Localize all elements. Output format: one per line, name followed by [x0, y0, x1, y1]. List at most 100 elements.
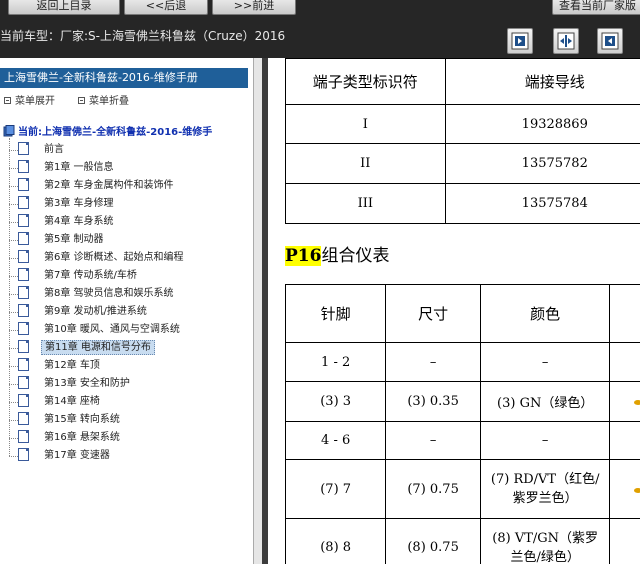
document-page-icon — [18, 178, 29, 191]
chapter-label: 第8章 驾驶员信息和娱乐系统 — [44, 288, 174, 299]
document-page-icon — [18, 304, 29, 317]
sidebar-scrollbar[interactable] — [253, 58, 262, 564]
pin-cell: (7) 7 — [284, 459, 387, 519]
chapter-label: 第13章 安全和防护 — [44, 378, 130, 389]
back-button[interactable]: <<后退 — [124, 0, 208, 15]
sidebar-chapter-item[interactable]: 第14章 座椅 — [18, 394, 103, 410]
chapter-label: 第3章 车身修理 — [44, 198, 114, 209]
tree-connector-branch — [9, 348, 18, 349]
document-page-icon — [18, 376, 29, 389]
tree-connector-branch — [9, 222, 18, 223]
chapter-label: 第4章 车身系统 — [44, 216, 114, 227]
pin-header-extra — [609, 284, 640, 343]
sidebar-chapter-item[interactable]: 第3章 车身修理 — [18, 196, 117, 212]
document-page-icon — [18, 196, 29, 209]
sidebar-chapter-item[interactable]: 第11章 电源和信号分布 — [18, 340, 155, 356]
tree-root[interactable]: 当前:上海雪佛兰-全新科鲁兹-2016-维修手 — [3, 123, 212, 138]
sidebar-chapter-item[interactable]: 第5章 制动器 — [18, 232, 107, 248]
tree-connector-branch — [9, 456, 18, 457]
sidebar-chapter-item[interactable]: 第8章 驾驶员信息和娱乐系统 — [18, 286, 177, 302]
terminal-header-id: 端子类型标识符 — [285, 58, 446, 105]
collapse-left-button[interactable] — [597, 28, 623, 54]
sidebar-chapter-item[interactable]: 第17章 变速器 — [18, 448, 113, 464]
chapter-label: 前言 — [44, 144, 64, 155]
sidebar-chapter-item[interactable]: 第4章 车身系统 — [18, 214, 117, 230]
terminal-cell: II — [285, 143, 446, 184]
tree-connector-branch — [9, 438, 18, 439]
sidebar-chapter-item[interactable]: 第15章 转向系统 — [18, 412, 123, 428]
forward-button[interactable]: >>前进 — [212, 0, 296, 15]
tree-connector-branch — [9, 312, 18, 313]
document-page-icon — [18, 160, 29, 173]
pin-cell-extra — [609, 518, 640, 564]
view-manufacturer-button[interactable]: 查看当前厂家版 — [552, 0, 640, 15]
sidebar-chapter-item[interactable]: 第10章 暖风、通风与空调系统 — [18, 322, 183, 338]
tree-connector-branch — [9, 240, 18, 241]
pin-cell-extra — [609, 421, 640, 460]
pin-header-size: 尺寸 — [385, 284, 481, 343]
manual-title[interactable]: 上海雪佛兰-全新科鲁兹-2016-维修手册 — [0, 68, 248, 88]
pin-cell: 1 - 2 — [284, 342, 387, 382]
sidebar-chapter-item[interactable]: 第7章 传动系统/车桥 — [18, 268, 140, 284]
pin-cell: – — [385, 342, 481, 382]
sidebar-chapter-item[interactable]: 第6章 诊断概述、起始点和编程 — [18, 250, 187, 266]
tree-connector-branch — [9, 258, 18, 259]
tree-connector-branch — [9, 294, 18, 295]
tree-connector-branch — [9, 402, 18, 403]
sidebar: 上海雪佛兰-全新科鲁兹-2016-维修手册 菜单展开 菜单折叠 当前:上海雪佛兰… — [0, 58, 253, 564]
document-page-icon — [18, 268, 29, 281]
tree-connector-branch — [9, 420, 18, 421]
tree-connector-branch — [9, 330, 18, 331]
sidebar-chapter-item[interactable]: 第2章 车身金属构件和装饰件 — [18, 178, 177, 194]
pin-cell: – — [479, 421, 611, 460]
pin-cell: 4 - 6 — [284, 421, 387, 460]
chapter-label: 第6章 诊断概述、起始点和编程 — [44, 252, 184, 263]
document-page-icon — [18, 322, 29, 335]
expand-square-icon — [4, 97, 11, 104]
chapter-label: 第7章 传动系统/车桥 — [44, 270, 137, 281]
chapter-label: 第2章 车身金属构件和装饰件 — [44, 180, 174, 191]
section-heading: P16组合仪表 — [285, 241, 389, 266]
collapse-square-icon — [78, 97, 85, 104]
back-to-directory-button[interactable]: 返回上目录 — [8, 0, 120, 15]
document-page-icon — [18, 286, 29, 299]
sidebar-chapter-item[interactable]: 前言 — [18, 142, 67, 158]
pin-table: 针脚 尺寸 颜色 1 - 2 – – (3) 3 (3) 0.35 (3) GN… — [284, 284, 640, 564]
pin-cell: (3) GN（绿色） — [479, 381, 611, 422]
chapter-label: 第10章 暖风、通风与空调系统 — [44, 324, 180, 335]
chapter-label: 第11章 电源和信号分布 — [41, 340, 155, 355]
menu-collapse-label: 菜单折叠 — [89, 96, 129, 107]
chapter-label: 第14章 座椅 — [44, 396, 100, 407]
pin-cell: – — [479, 342, 611, 382]
pin-cell: (8) VT/GN（紫罗兰色/绿色） — [479, 518, 611, 564]
menu-collapse-control[interactable]: 菜单折叠 — [78, 92, 129, 107]
cut-off-mark-icon — [634, 400, 640, 405]
document-page-icon — [18, 142, 29, 155]
sidebar-chapter-item[interactable]: 第16章 悬架系统 — [18, 430, 123, 446]
pin-cell: (8) 0.75 — [385, 518, 481, 564]
sidebar-chapter-item[interactable]: 第9章 发动机/推进系统 — [18, 304, 150, 320]
pin-cell: (7) 0.75 — [385, 459, 481, 519]
pin-cell: (7) RD/VT（红色/紫罗兰色） — [479, 459, 611, 519]
sidebar-chapter-item[interactable]: 第1章 一般信息 — [18, 160, 117, 176]
current-vehicle-label: 当前车型：厂家:S-上海雪佛兰科鲁兹（Cruze）2016 — [0, 29, 286, 43]
terminal-cell: I — [285, 104, 446, 144]
chapter-label: 第5章 制动器 — [44, 234, 104, 245]
split-view-button[interactable] — [553, 28, 579, 54]
document-page-icon — [18, 412, 29, 425]
menu-expand-control[interactable]: 菜单展开 — [4, 92, 55, 107]
book-stack-icon — [3, 125, 15, 137]
chapter-label: 第15章 转向系统 — [44, 414, 120, 425]
chapter-label: 第1章 一般信息 — [44, 162, 114, 173]
section-code: P16 — [285, 246, 322, 266]
pin-header-color: 颜色 — [479, 284, 611, 343]
tree-connector-branch — [9, 384, 18, 385]
sidebar-chapter-item[interactable]: 第12章 车顶 — [18, 358, 103, 374]
menu-expand-label: 菜单展开 — [15, 96, 55, 107]
pin-cell-extra — [609, 342, 640, 382]
document-page-icon — [18, 394, 29, 407]
document-page-icon — [18, 232, 29, 245]
sidebar-chapter-item[interactable]: 第13章 安全和防护 — [18, 376, 133, 392]
document-page-icon — [18, 340, 29, 353]
expand-right-button[interactable] — [507, 28, 533, 54]
